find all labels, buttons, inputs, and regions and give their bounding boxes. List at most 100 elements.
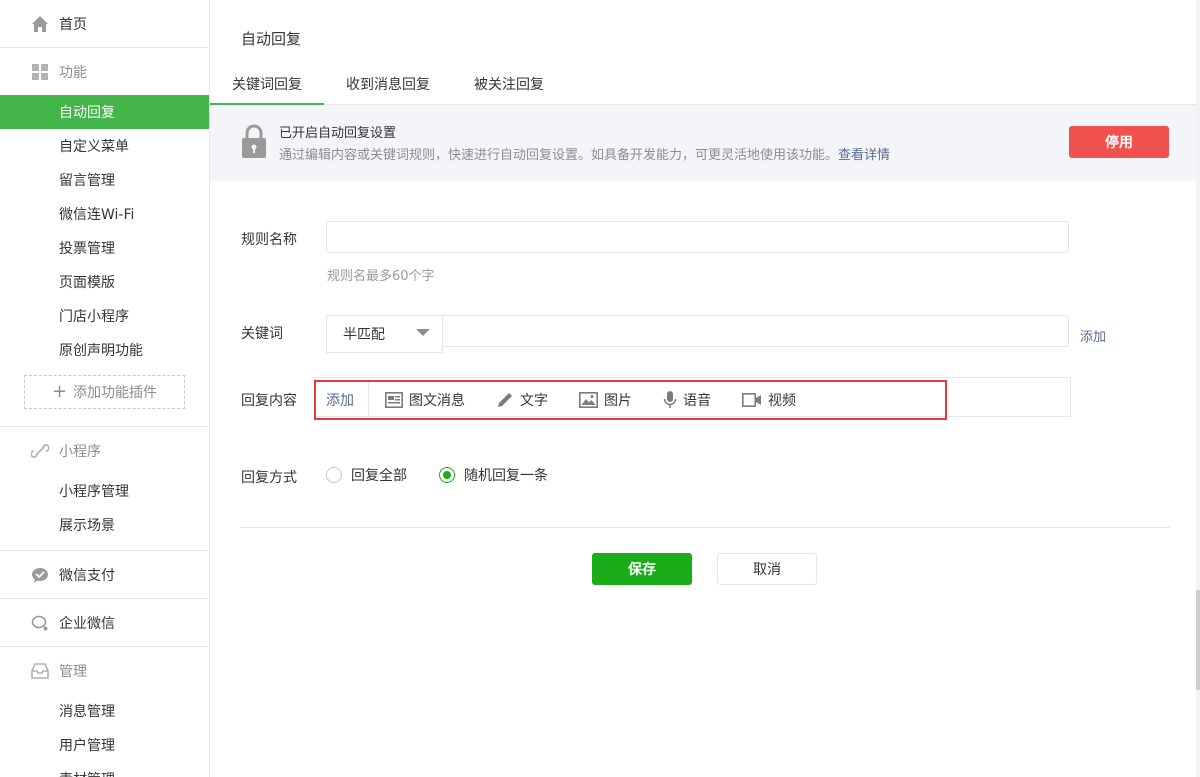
sidebar-group-work: 企业微信 [0, 599, 209, 647]
sidebar: 首页 功能 自动回复 自定义菜单 留言管理 微信连Wi-Fi 投票管理 页面模版… [0, 0, 210, 777]
sidebar-item-label: 自定义菜单 [59, 139, 129, 155]
sidebar-item-original-claim[interactable]: 原创声明功能 [0, 333, 209, 367]
keyword-label: 关键词 [241, 326, 283, 342]
sidebar-item-label: 页面模版 [59, 275, 115, 291]
news-icon [385, 392, 403, 408]
sidebar-section-label: 管理 [59, 663, 87, 680]
sidebar-item-custom-menu[interactable]: 自定义菜单 [0, 129, 209, 163]
sidebar-group-pay: 微信支付 [0, 551, 209, 599]
reply-tool-video[interactable]: 视频 [742, 390, 796, 410]
sidebar-item-store-miniprogram[interactable]: 门店小程序 [0, 299, 209, 333]
sidebar-item-label: 微信支付 [59, 567, 115, 584]
cancel-button[interactable]: 取消 [717, 553, 817, 585]
sidebar-item-page-template[interactable]: 页面模版 [0, 265, 209, 299]
banner-description: 通过编辑内容或关键词规则，快速进行自动回复设置。如具备开发能力，可更灵活地使用该… [279, 144, 890, 163]
radio-reply-all[interactable] [326, 467, 342, 483]
sidebar-item-label: 消息管理 [59, 704, 115, 720]
sidebar-item-label: 首页 [59, 16, 87, 33]
sidebar-item-scenes[interactable]: 展示场景 [0, 508, 209, 542]
plus-icon: + [51, 381, 68, 402]
sidebar-item-label: 原创声明功能 [59, 343, 143, 359]
reply-tool-voice[interactable]: 语音 [663, 390, 711, 410]
microphone-icon [663, 391, 677, 408]
reply-tool-label: 图片 [604, 393, 632, 409]
reply-mode-group: 回复全部 随机回复一条 [326, 465, 580, 485]
sidebar-section-label: 功能 [59, 64, 87, 81]
home-icon [32, 15, 48, 32]
reply-tool-text[interactable]: 文字 [496, 390, 548, 410]
scrollbar[interactable] [1196, 0, 1200, 777]
reply-toolbar: 添加 图文消息 文字 图片 语音 视频 [316, 382, 811, 418]
reply-tool-label: 语音 [683, 393, 711, 409]
sidebar-item-materials[interactable]: 素材管理 [0, 762, 209, 777]
reply-tool-label: 文字 [520, 393, 548, 409]
scrollbar-thumb[interactable] [1196, 590, 1200, 690]
status-banner: 已开启自动回复设置 通过编辑内容或关键词规则，快速进行自动回复设置。如具备开发能… [210, 105, 1200, 181]
sidebar-item-messages[interactable]: 消息管理 [0, 694, 209, 728]
sidebar-item-wechat-pay[interactable]: 微信支付 [0, 551, 209, 598]
reply-content-label: 回复内容 [241, 393, 297, 409]
sidebar-item-wifi[interactable]: 微信连Wi-Fi [0, 197, 209, 231]
sidebar-item-label: 素材管理 [59, 769, 115, 777]
sidebar-section-label: 小程序 [59, 443, 101, 460]
tab-follow-reply[interactable]: 被关注回复 [452, 62, 566, 105]
image-icon [579, 392, 598, 408]
sidebar-item-miniprogram-manage[interactable]: 小程序管理 [0, 474, 209, 508]
add-plugin-label: 添加功能插件 [73, 385, 158, 401]
sidebar-item-auto-reply[interactable]: 自动回复 [0, 95, 209, 129]
sidebar-group-home: 首页 [0, 0, 209, 48]
tab-label: 被关注回复 [474, 76, 544, 93]
sidebar-section-features: 功能 [0, 48, 209, 95]
disable-button[interactable]: 停用 [1069, 126, 1169, 158]
reply-tool-label: 图文消息 [409, 393, 465, 409]
sidebar-item-home[interactable]: 首页 [0, 0, 209, 47]
reply-tool-image[interactable]: 图片 [579, 390, 632, 410]
reply-tool-label: 视频 [768, 393, 796, 409]
sidebar-item-label: 留言管理 [59, 173, 115, 189]
chevron-down-icon [416, 329, 430, 336]
match-type-value: 半匹配 [343, 327, 385, 343]
radio-random-reply[interactable] [439, 467, 455, 483]
sidebar-group-features: 功能 自动回复 自定义菜单 留言管理 微信连Wi-Fi 投票管理 页面模版 门店… [0, 48, 209, 427]
sidebar-item-label: 门店小程序 [59, 309, 129, 325]
wechat-pay-icon [32, 567, 48, 583]
reply-tool-news[interactable]: 图文消息 [385, 390, 465, 410]
sidebar-item-comments[interactable]: 留言管理 [0, 163, 209, 197]
add-reply-link[interactable]: 添加 [316, 382, 369, 418]
view-details-link[interactable]: 查看详情 [838, 148, 890, 163]
tab-keyword-reply[interactable]: 关键词回复 [210, 62, 324, 106]
reply-mode-label: 回复方式 [241, 470, 297, 486]
sidebar-section-miniprogram: 小程序 [0, 427, 209, 474]
add-keyword-link[interactable]: 添加 [1080, 326, 1106, 345]
sidebar-section-manage: 管理 [0, 647, 209, 694]
sidebar-item-label: 企业微信 [59, 615, 115, 632]
match-type-select[interactable]: 半匹配 [326, 315, 443, 353]
page-title: 自动回复 [241, 30, 302, 48]
tab-label: 收到消息回复 [346, 76, 430, 93]
sidebar-item-users[interactable]: 用户管理 [0, 728, 209, 762]
main-content: 自动回复 关键词回复 收到消息回复 被关注回复 已开启自动回复设置 通过编辑内容… [210, 0, 1200, 777]
sidebar-group-miniprogram: 小程序 小程序管理 展示场景 [0, 427, 209, 551]
banner-title: 已开启自动回复设置 [279, 126, 397, 141]
sidebar-item-label: 用户管理 [59, 738, 115, 754]
rule-name-input[interactable] [326, 221, 1069, 253]
video-icon [742, 393, 761, 407]
tab-label: 关键词回复 [232, 76, 302, 93]
app: 首页 功能 自动回复 自定义菜单 留言管理 微信连Wi-Fi 投票管理 页面模版… [0, 0, 1200, 777]
grid-icon [32, 63, 48, 80]
tab-bar: 关键词回复 收到消息回复 被关注回复 [210, 62, 1200, 106]
radio-label-reply-all[interactable]: 回复全部 [351, 465, 407, 485]
lock-icon [242, 124, 266, 158]
sidebar-group-manage: 管理 消息管理 用户管理 素材管理 [0, 647, 209, 777]
keyword-input[interactable] [442, 315, 1069, 347]
save-button[interactable]: 保存 [592, 553, 692, 585]
add-plugin-button[interactable]: + 添加功能插件 [24, 375, 185, 409]
sidebar-item-work-wechat[interactable]: 企业微信 [0, 599, 209, 646]
radio-label-random-reply[interactable]: 随机回复一条 [464, 465, 548, 485]
pencil-icon [498, 393, 512, 407]
sidebar-item-label: 小程序管理 [59, 484, 129, 500]
tab-message-reply[interactable]: 收到消息回复 [324, 62, 452, 105]
work-wechat-icon [31, 615, 48, 630]
sidebar-item-vote[interactable]: 投票管理 [0, 231, 209, 265]
sidebar-item-label: 展示场景 [59, 518, 115, 534]
